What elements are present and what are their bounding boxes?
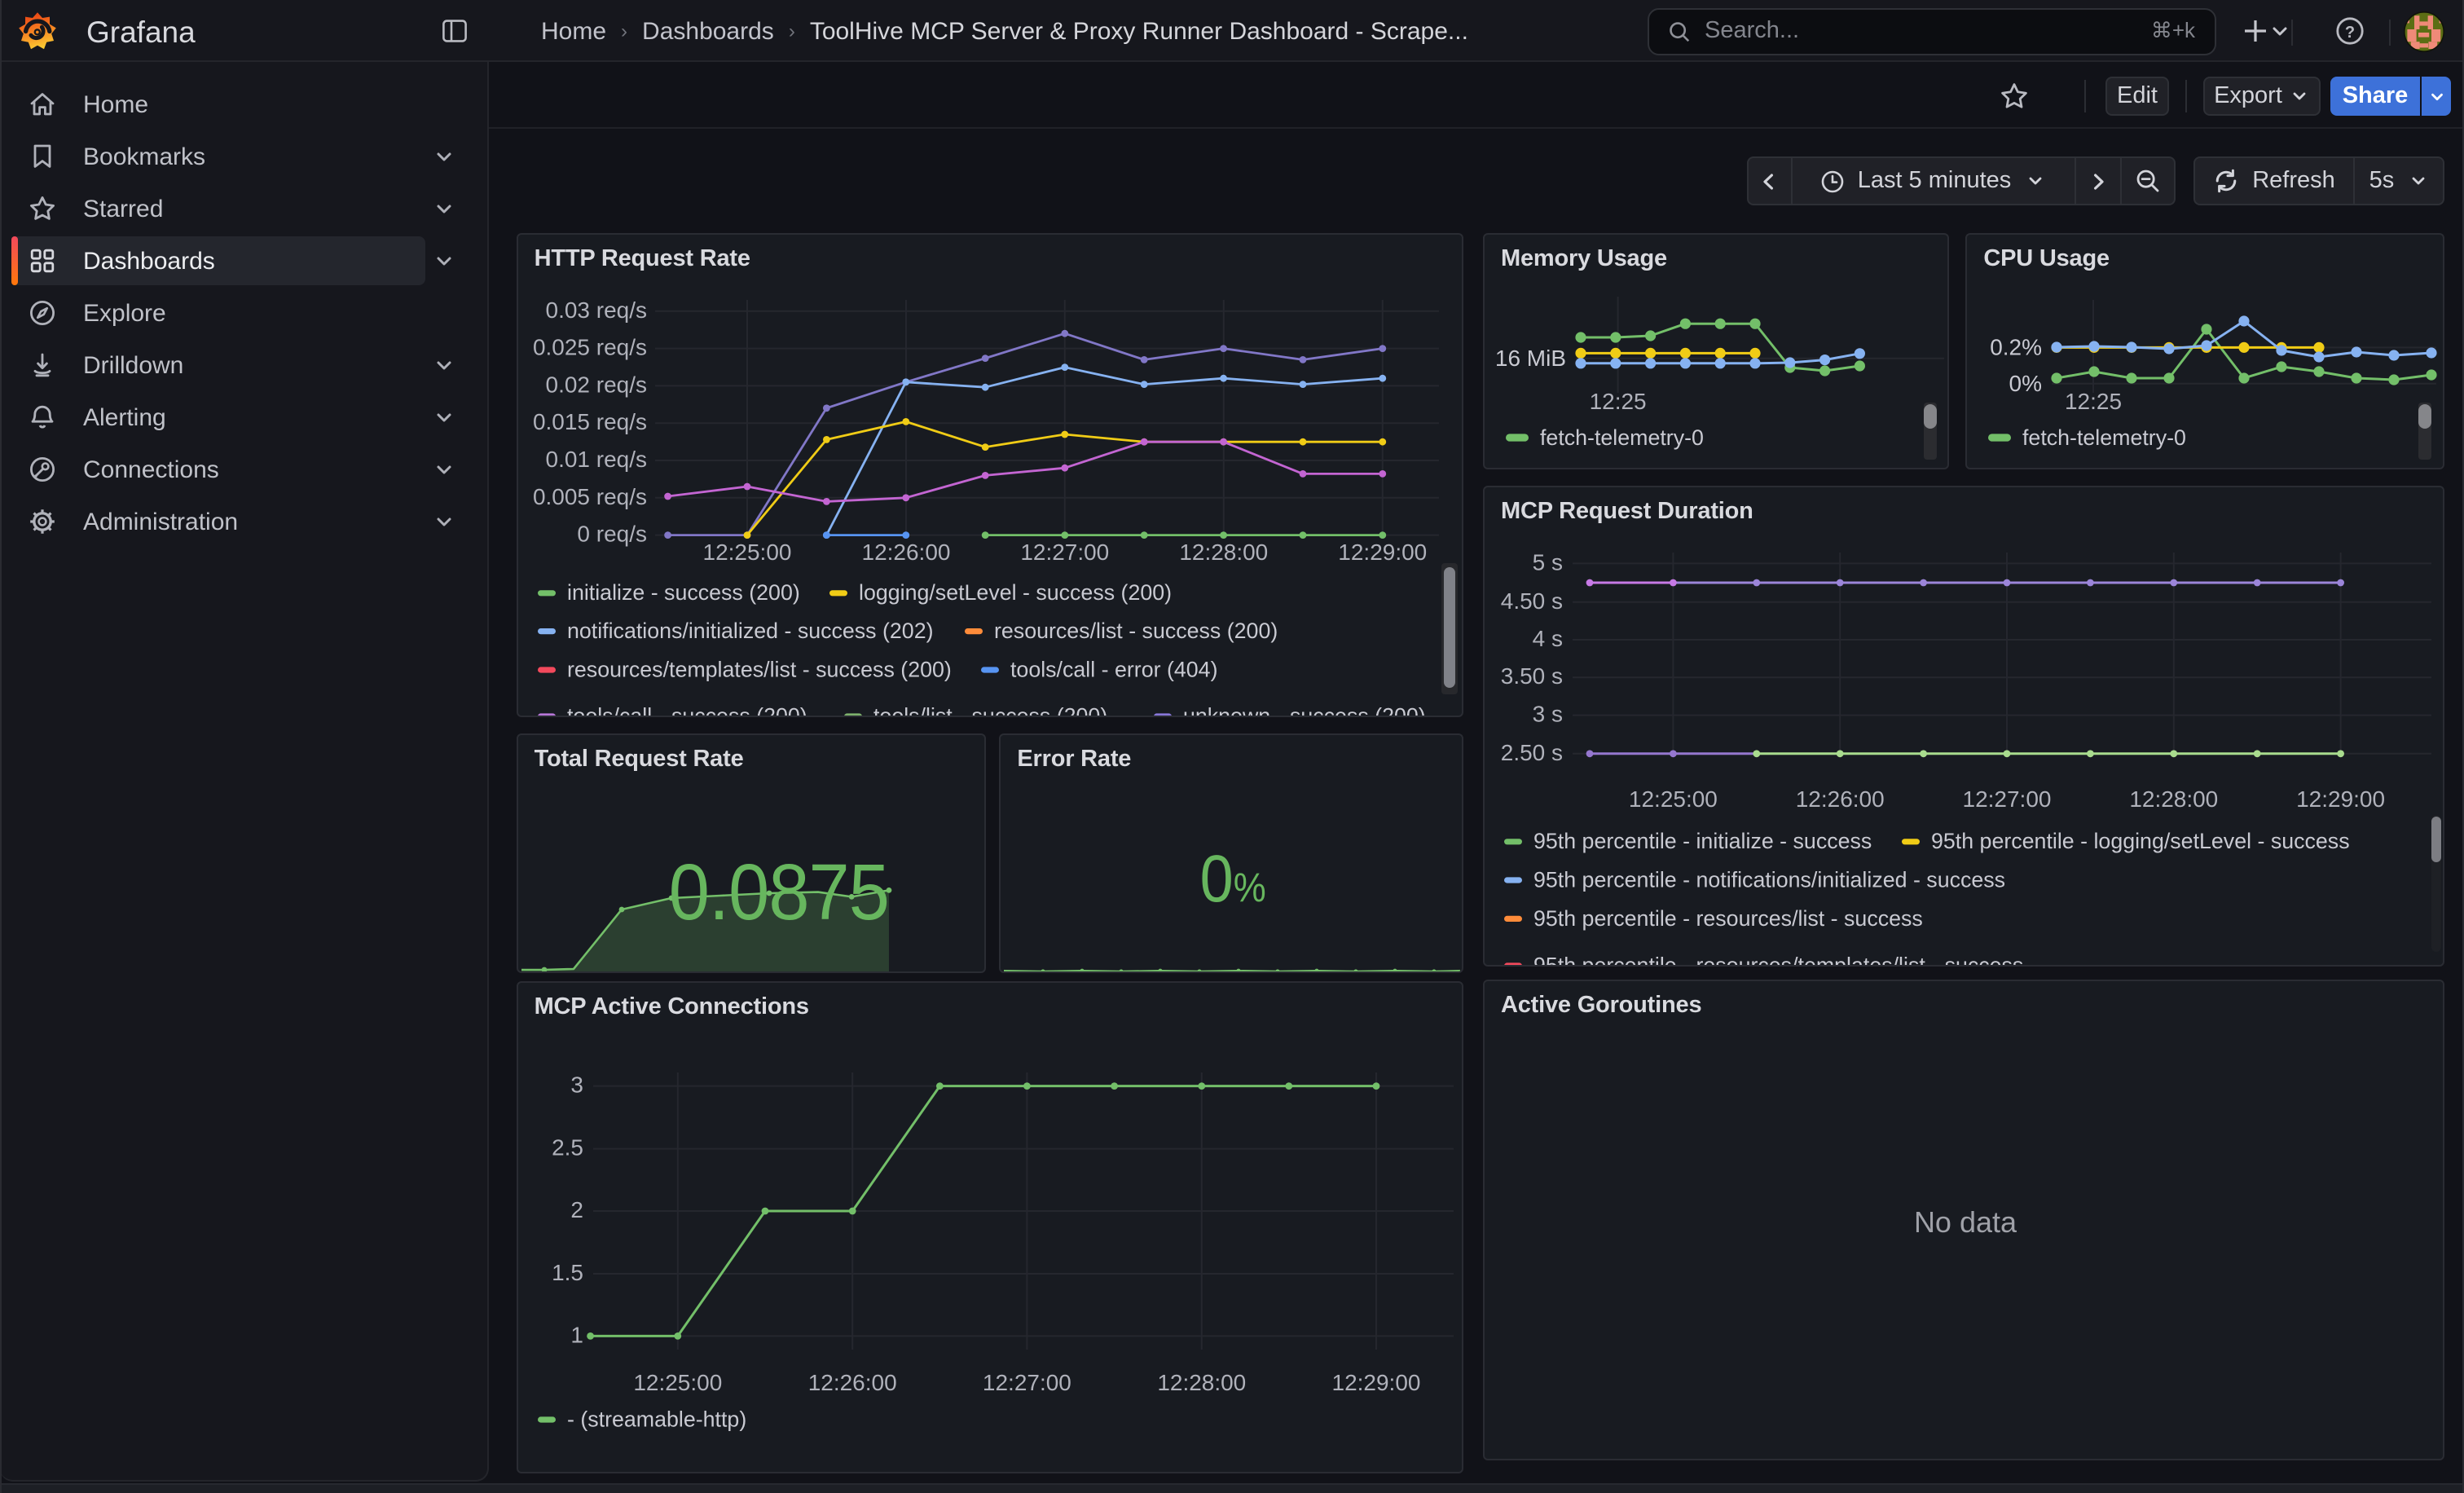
svg-text:3: 3 <box>570 1072 583 1098</box>
svg-text:12:25:00: 12:25:00 <box>702 540 791 566</box>
svg-text:1: 1 <box>570 1323 583 1348</box>
svg-text:tools/call - success (200): tools/call - success (200) <box>567 704 807 718</box>
svg-text:2: 2 <box>570 1198 583 1223</box>
svg-text:95th percentile - notification: 95th percentile - notifications/initiali… <box>1533 867 2005 892</box>
svg-text:12:27:00: 12:27:00 <box>983 1371 1071 1396</box>
svg-text:fetch-telemetry-0: fetch-telemetry-0 <box>1540 426 1704 451</box>
svg-text:12:27:00: 12:27:00 <box>1963 786 2052 812</box>
svg-text:unknown - success (200): unknown - success (200) <box>1183 704 1426 718</box>
svg-text:12:27:00: 12:27:00 <box>1020 540 1109 566</box>
svg-text:logging/setLevel - success (20: logging/setLevel - success (200) <box>859 581 1172 606</box>
svg-text:resources/list - success (200): resources/list - success (200) <box>994 619 1278 644</box>
svg-text:2.5: 2.5 <box>552 1135 583 1160</box>
svg-text:tools/list - success (200): tools/list - success (200) <box>873 704 1107 718</box>
svg-text:notifications/initialized - su: notifications/initialized - success (202… <box>567 619 934 644</box>
svg-text:5 s: 5 s <box>1533 549 1563 575</box>
svg-text:12:29:00: 12:29:00 <box>1331 1371 1420 1396</box>
svg-text:12:26:00: 12:26:00 <box>861 540 950 566</box>
svg-text:12:26:00: 12:26:00 <box>807 1371 896 1396</box>
svg-text:12:29:00: 12:29:00 <box>2296 786 2385 812</box>
svg-text:12:26:00: 12:26:00 <box>1796 786 1885 812</box>
svg-text:95th percentile - initialize -: 95th percentile - initialize - success <box>1533 829 1872 853</box>
svg-text:12:29:00: 12:29:00 <box>1338 540 1427 566</box>
svg-text:0 req/s: 0 req/s <box>577 522 647 547</box>
svg-text:0.02 req/s: 0.02 req/s <box>545 372 646 398</box>
svg-text:- (streamable-http): - (streamable-http) <box>567 1407 746 1432</box>
svg-text:resources/templates/list - suc: resources/templates/list - success (200) <box>567 658 952 682</box>
svg-text:?: ? <box>2345 24 2355 42</box>
svg-text:0.2%: 0.2% <box>1991 335 2043 360</box>
svg-text:12:25:00: 12:25:00 <box>1629 786 1718 812</box>
svg-text:12:25: 12:25 <box>2065 390 2122 415</box>
svg-text:3 s: 3 s <box>1533 702 1563 727</box>
svg-text:tools/call - error (404): tools/call - error (404) <box>1010 658 1218 682</box>
svg-text:0.03 req/s: 0.03 req/s <box>545 298 646 324</box>
svg-text:fetch-telemetry-0: fetch-telemetry-0 <box>2022 426 2186 451</box>
svg-text:12:25:00: 12:25:00 <box>633 1371 722 1396</box>
svg-text:12:28:00: 12:28:00 <box>1179 540 1268 566</box>
svg-text:1.5: 1.5 <box>552 1261 583 1286</box>
svg-text:3.50 s: 3.50 s <box>1501 663 1563 689</box>
svg-text:0.015 req/s: 0.015 req/s <box>533 410 647 435</box>
svg-text:0%: 0% <box>2009 372 2042 397</box>
svg-text:initialize - success (200): initialize - success (200) <box>567 581 800 606</box>
svg-text:2.50 s: 2.50 s <box>1501 740 1563 765</box>
svg-text:12:28:00: 12:28:00 <box>1157 1371 1246 1396</box>
svg-text:95th percentile - resources/li: 95th percentile - resources/list - succe… <box>1533 906 1923 931</box>
svg-text:4.50 s: 4.50 s <box>1501 588 1563 614</box>
svg-text:0.025 req/s: 0.025 req/s <box>533 335 647 360</box>
svg-text:12:25: 12:25 <box>1590 390 1647 415</box>
svg-text:0.01 req/s: 0.01 req/s <box>545 447 646 473</box>
svg-text:95th percentile - logging/setL: 95th percentile - logging/setLevel - suc… <box>1931 829 2350 853</box>
svg-text:4 s: 4 s <box>1533 626 1563 651</box>
svg-text:95th percentile - resources/te: 95th percentile - resources/templates/li… <box>1533 953 2023 966</box>
svg-text:16 MiB: 16 MiB <box>1495 346 1566 372</box>
svg-text:0.005 req/s: 0.005 req/s <box>533 485 647 510</box>
svg-text:12:28:00: 12:28:00 <box>2129 786 2218 812</box>
